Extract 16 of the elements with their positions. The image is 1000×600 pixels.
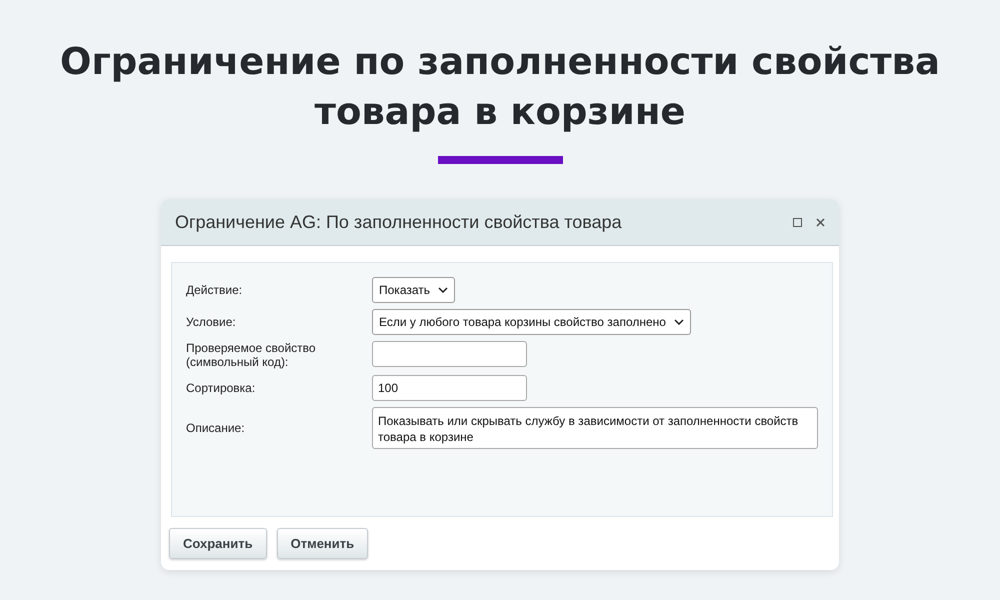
chevron-icon xyxy=(438,287,448,293)
text-area[interactable]: Показывать или скрывать службу в зависимости от заполненности свойств товара в корзине xyxy=(372,407,818,449)
page-heading: Ограничение по заполненности свойства товара в корзине xyxy=(59,39,941,135)
field-label: Условие: xyxy=(186,315,237,329)
chevron-icon xyxy=(674,319,684,325)
dropdown[interactable]: Если у любого товара корзины свойство заполнено xyxy=(372,309,691,335)
field-label: Проверяемое свойство (символьный код): xyxy=(186,341,317,369)
dropdown[interactable]: Показать xyxy=(372,277,456,303)
cancel-button[interactable]: Отменить xyxy=(276,528,368,559)
save-button[interactable]: Сохранить xyxy=(169,528,267,559)
field-label: Сортировка: xyxy=(186,381,256,395)
dialog-title: Ограничение AG: По заполненности свойства товара xyxy=(175,212,623,232)
input-field[interactable] xyxy=(372,341,527,367)
field-label: Описание: xyxy=(186,421,246,435)
input-field[interactable]: 100 xyxy=(372,375,527,401)
field-label: Действие: xyxy=(186,283,244,297)
